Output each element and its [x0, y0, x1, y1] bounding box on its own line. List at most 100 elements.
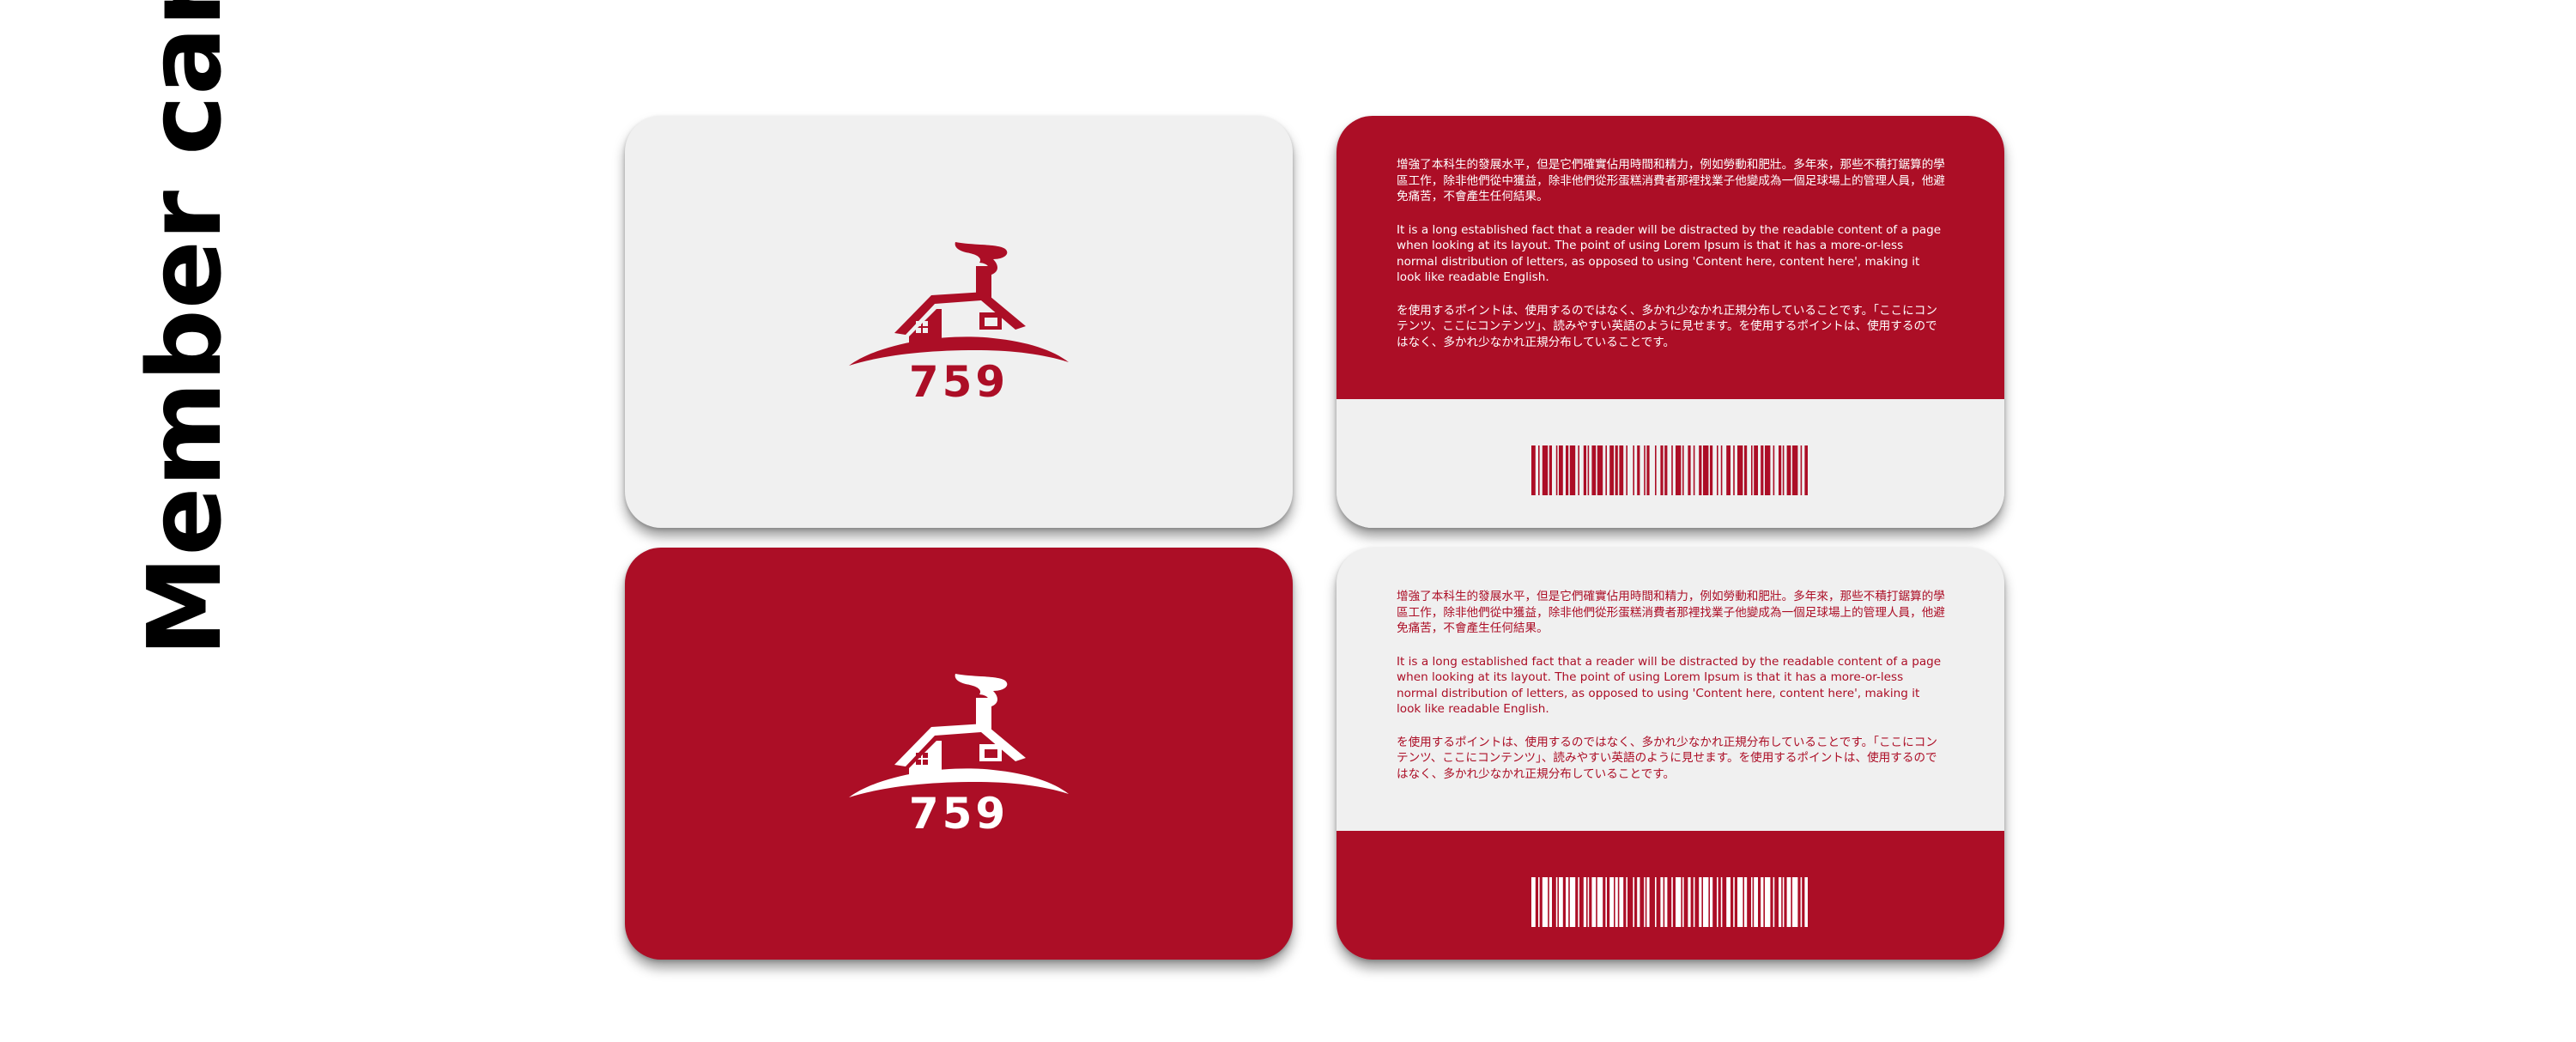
barcode-bar: [1587, 877, 1590, 927]
barcode-bar: [1538, 445, 1540, 495]
barcode-bar: [1733, 877, 1735, 927]
barcode-bar: [1786, 877, 1791, 927]
barcode-bar: [1587, 445, 1590, 495]
logo-number: 759: [909, 357, 1009, 403]
barcode-bar: [1744, 877, 1748, 927]
barcode-bar: [1619, 445, 1624, 495]
barcode-bar: [1644, 445, 1646, 495]
barcode-bar: [1566, 445, 1569, 495]
house-with-smoking-chimney-icon: 759: [849, 674, 1069, 835]
barcode-bar: [1710, 877, 1713, 927]
barcode-bar: [1615, 877, 1618, 927]
barcode-bar: [1646, 877, 1650, 927]
barcode-bar: [1626, 445, 1627, 495]
page-title-line: Member cards: [125, 0, 244, 657]
barcode-bar: [1609, 445, 1614, 495]
barcode-bar: [1751, 445, 1753, 495]
logo: 759: [847, 672, 1070, 835]
barcode-icon: [1531, 877, 1808, 927]
barcode-bar: [1578, 877, 1579, 927]
english-text: It is a long established fact that a rea…: [1397, 654, 1942, 717]
barcode-bar: [1800, 445, 1803, 495]
barcode: [1531, 877, 1808, 927]
japanese-text: を使用するポイントは、使用するのではなく、多かれ少なかれ正規分布していることです…: [1397, 735, 1937, 781]
card-back-text: 增強了本科生的發展水平，但是它們確實佔用時間和精力，例如勞動和肥壯。多年來，那些…: [1397, 589, 1946, 799]
barcode-bar: [1720, 445, 1723, 495]
barcode-bar: [1626, 877, 1627, 927]
barcode-bar: [1744, 445, 1748, 495]
barcode-bar: [1720, 877, 1723, 927]
barcode-bar: [1737, 445, 1743, 495]
barcode-bar: [1605, 445, 1607, 495]
barcode-bar: [1655, 445, 1657, 495]
page-title: Member cards: [120, 0, 249, 657]
english-text: It is a long established fact that a rea…: [1397, 222, 1942, 285]
card-back-text: 增強了本科生的發展水平，但是它們確實佔用時間和精力，例如勞動和肥壯。多年來，那些…: [1397, 157, 1946, 367]
member-card-front-light: 759: [625, 116, 1293, 528]
barcode-bar: [1583, 877, 1586, 927]
barcode-bar: [1671, 877, 1673, 927]
barcode-icon: [1531, 445, 1808, 495]
japanese-text: を使用するポイントは、使用するのではなく、多かれ少なかれ正規分布していることです…: [1397, 303, 1937, 349]
barcode-bar: [1531, 445, 1536, 495]
barcode-bar: [1655, 877, 1657, 927]
barcode-bar: [1609, 877, 1614, 927]
barcode-bar: [1699, 445, 1702, 495]
barcode-bar: [1542, 877, 1549, 927]
barcode-bar: [1605, 877, 1607, 927]
barcode-bar: [1578, 445, 1579, 495]
barcode-bar: [1688, 877, 1691, 927]
barcode-bar: [1646, 445, 1650, 495]
barcode-bar: [1671, 445, 1673, 495]
barcode-bar: [1710, 445, 1713, 495]
barcode-bar: [1615, 445, 1618, 495]
barcode-bar: [1676, 877, 1682, 927]
barcode-bar: [1538, 877, 1540, 927]
member-card-back-light-top: 增強了本科生的發展水平，但是它們確實佔用時間和精力，例如勞動和肥壯。多年來，那些…: [1336, 548, 2004, 960]
barcode: [1531, 445, 1808, 495]
barcode-bar: [1633, 877, 1634, 927]
barcode-bar: [1782, 877, 1785, 927]
barcode-bar: [1660, 445, 1664, 495]
barcode-bar: [1765, 445, 1771, 495]
barcode-bar: [1699, 877, 1702, 927]
barcode-bar: [1717, 445, 1718, 495]
barcode-bar: [1555, 445, 1558, 495]
barcode-bar: [1804, 877, 1808, 927]
barcode-bar: [1660, 877, 1664, 927]
barcode-bar: [1782, 445, 1785, 495]
logo-number: 759: [909, 789, 1009, 835]
barcode-bar: [1619, 877, 1624, 927]
barcode-bar: [1566, 877, 1569, 927]
barcode-bar: [1779, 877, 1782, 927]
barcode-bar: [1804, 445, 1808, 495]
barcode-bar: [1703, 445, 1709, 495]
barcode-bar: [1664, 445, 1668, 495]
barcode-bar: [1779, 445, 1782, 495]
chinese-text: 增強了本科生的發展水平，但是它們確實佔用時間和精力，例如勞動和肥壯。多年來，那些…: [1397, 158, 1945, 203]
barcode-bar: [1531, 877, 1536, 927]
barcode-bar: [1569, 445, 1576, 495]
barcode-bar: [1773, 877, 1775, 927]
barcode-bar: [1765, 877, 1771, 927]
barcode-bar: [1637, 877, 1640, 927]
barcode-bar: [1754, 877, 1758, 927]
member-card-back-red-top: 增強了本科生的發展水平，但是它們確實佔用時間和精力，例如勞動和肥壯。多年來，那些…: [1336, 116, 2004, 528]
barcode-bar: [1591, 877, 1597, 927]
member-card-front-red: 759: [625, 548, 1293, 960]
barcode-bar: [1800, 877, 1803, 927]
house-with-smoking-chimney-icon: 759: [849, 242, 1069, 403]
barcode-bar: [1726, 445, 1730, 495]
barcode-bar: [1773, 445, 1775, 495]
barcode-bar: [1733, 445, 1735, 495]
barcode-bar: [1792, 445, 1798, 495]
barcode-bar: [1549, 877, 1552, 927]
barcode-bar: [1682, 445, 1684, 495]
barcode-bar: [1644, 877, 1646, 927]
barcode-bar: [1737, 877, 1743, 927]
barcode-bar: [1591, 445, 1597, 495]
barcode-bar: [1637, 445, 1640, 495]
presentation-canvas: Member cards 759 增強了本科生的發展水平，但是它們確實佔用時間和…: [0, 0, 2576, 1042]
barcode-bar: [1549, 445, 1552, 495]
barcode-bar: [1569, 877, 1576, 927]
